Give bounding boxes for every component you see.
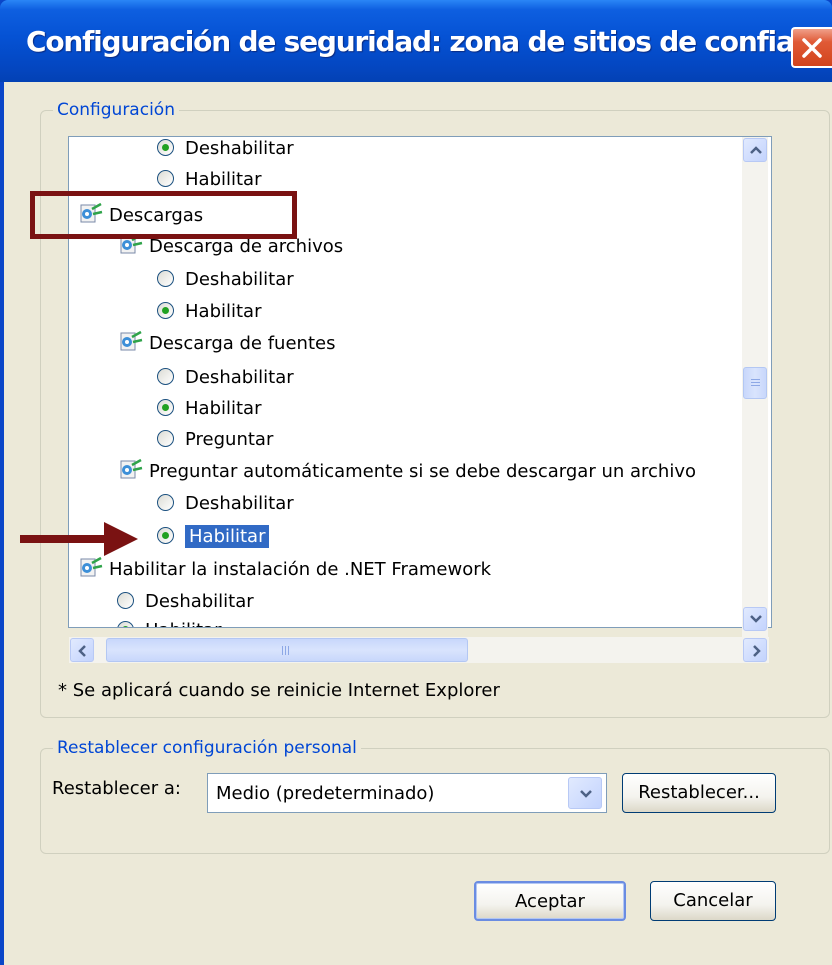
option-row[interactable]: Habilitar xyxy=(157,297,261,327)
reset-group-label: Restablecer configuración personal xyxy=(57,738,357,758)
scroll-down-button[interactable] xyxy=(743,607,767,631)
option-row[interactable]: Habilitar xyxy=(117,616,221,627)
option-label: Deshabilitar xyxy=(145,591,254,612)
option-label: Habilitar xyxy=(185,525,270,548)
grip-line xyxy=(751,382,760,383)
grip-line xyxy=(751,379,760,380)
option-row[interactable]: Preguntar xyxy=(157,425,273,455)
radio-button[interactable] xyxy=(157,399,174,416)
option-row[interactable]: Deshabilitar xyxy=(157,363,294,393)
settings-gear-icon xyxy=(80,556,103,577)
restart-note: * Se aplicará cuando se reinicie Interne… xyxy=(58,680,500,701)
vertical-scrollbar[interactable] xyxy=(742,137,768,637)
radio-button[interactable] xyxy=(117,621,134,627)
option-label: Deshabilitar xyxy=(185,269,294,290)
cancel-button[interactable]: Cancelar xyxy=(650,881,776,921)
option-row-selected[interactable]: Habilitar xyxy=(157,522,270,552)
window-title: Configuración de seguridad: zona de siti… xyxy=(26,25,832,58)
category-row[interactable]: Descarga de fuentes xyxy=(117,329,335,359)
dropdown-arrow-button[interactable] xyxy=(568,777,602,809)
radio-button[interactable] xyxy=(157,494,174,511)
chevron-down-icon xyxy=(580,790,592,798)
radio-button[interactable] xyxy=(157,527,174,544)
option-row[interactable]: Deshabilitar xyxy=(157,489,294,519)
arrow-annotation-icon xyxy=(20,522,138,556)
option-label: Habilitar xyxy=(185,398,262,419)
radio-button[interactable] xyxy=(157,302,174,319)
close-button[interactable] xyxy=(791,27,832,68)
reset-to-label: Restablecer a: xyxy=(52,778,181,799)
category-label: Preguntar automáticamente si se debe des… xyxy=(149,461,697,482)
radio-button[interactable] xyxy=(157,368,174,385)
grip-line xyxy=(288,646,289,655)
horizontal-scroll-thumb[interactable] xyxy=(106,638,468,662)
security-settings-dialog: Configuración de seguridad: zona de siti… xyxy=(0,0,832,965)
option-label: Deshabilitar xyxy=(185,367,294,388)
option-label: Deshabilitar xyxy=(185,138,294,159)
title-bar[interactable]: Configuración de seguridad: zona de siti… xyxy=(0,0,832,82)
radio-button[interactable] xyxy=(157,270,174,287)
option-label: Preguntar xyxy=(185,429,274,450)
radio-button[interactable] xyxy=(157,430,174,447)
ok-button[interactable]: Aceptar xyxy=(474,881,626,921)
reset-level-dropdown[interactable]: Medio (predeterminado) xyxy=(207,773,607,813)
option-label: Deshabilitar xyxy=(185,493,294,514)
category-label: Descarga de archivos xyxy=(149,236,344,257)
category-row[interactable]: Habilitar la instalación de .NET Framewo… xyxy=(77,555,491,585)
highlight-box-annotation xyxy=(30,191,297,239)
category-label: Habilitar la instalación de .NET Framewo… xyxy=(109,559,492,580)
reset-button[interactable]: Restablecer... xyxy=(622,773,776,813)
option-label: Habilitar xyxy=(145,620,221,627)
settings-group-label: Configuración xyxy=(57,100,175,120)
vertical-scroll-thumb[interactable] xyxy=(743,367,767,399)
scroll-left-button[interactable] xyxy=(70,638,94,662)
settings-gear-icon xyxy=(120,330,143,351)
option-row[interactable]: Deshabilitar xyxy=(157,265,294,295)
category-label: Descarga de fuentes xyxy=(149,333,336,354)
scroll-right-button[interactable] xyxy=(743,638,767,662)
grip-line xyxy=(282,646,283,655)
grip-line xyxy=(751,385,760,386)
chevron-down-icon xyxy=(750,615,762,623)
settings-gear-icon xyxy=(120,458,143,479)
radio-button[interactable] xyxy=(117,592,134,609)
radio-button[interactable] xyxy=(157,139,174,156)
option-label: Habilitar xyxy=(185,301,262,322)
option-row[interactable]: Deshabilitar xyxy=(157,137,294,164)
option-label: Habilitar xyxy=(185,169,262,190)
option-row[interactable]: Deshabilitar xyxy=(117,587,254,617)
category-row[interactable]: Preguntar automáticamente si se debe des… xyxy=(117,457,696,487)
option-row[interactable]: Habilitar xyxy=(157,394,261,424)
grip-line xyxy=(285,646,286,655)
chevron-right-icon xyxy=(753,645,761,657)
scroll-up-button[interactable] xyxy=(743,138,767,162)
chevron-up-icon xyxy=(750,146,762,154)
dropdown-value: Medio (predeterminado) xyxy=(216,783,435,804)
radio-button[interactable] xyxy=(157,170,174,187)
chevron-left-icon xyxy=(78,645,86,657)
horizontal-scrollbar[interactable] xyxy=(69,637,769,663)
